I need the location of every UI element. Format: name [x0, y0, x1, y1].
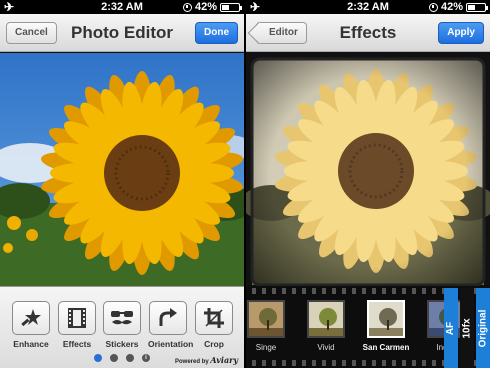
- battery-percent: 42%: [440, 1, 463, 13]
- tool-label: Crop: [204, 339, 224, 349]
- page-dot[interactable]: [94, 354, 102, 362]
- effect-thumbnail: [367, 300, 405, 338]
- photo-editor-screen: ✈ 2:32 AM 42% Cancel Photo Editor Done E…: [0, 0, 244, 368]
- aviary-logo: Aviary: [210, 355, 238, 365]
- effect-label: Singe: [255, 343, 277, 352]
- back-label: Editor: [269, 27, 298, 38]
- tab-label: Original: [477, 309, 489, 347]
- battery-fill: [468, 4, 475, 10]
- film-strip-icon: [58, 301, 96, 335]
- crop-icon: [195, 301, 233, 335]
- magic-wand-star-icon: [12, 301, 50, 335]
- tool-label: Stickers: [105, 339, 139, 349]
- nav-bar: Cancel Photo Editor Done: [0, 14, 244, 52]
- rotation-lock-icon: [428, 2, 438, 12]
- tool-label: Orientation: [148, 339, 194, 349]
- effect-thumbnail: [247, 300, 285, 338]
- mustache-glasses-icon: [103, 301, 141, 335]
- effect-preview[interactable]: [246, 53, 490, 286]
- effects-screen: ✈ 2:32 AM 42% Editor Effects Apply Singe…: [246, 0, 490, 368]
- rotate-arrow-icon: [149, 301, 187, 335]
- tab-label: AF: [445, 321, 457, 335]
- page-dot[interactable]: [110, 354, 118, 362]
- status-bar: ✈ 2:32 AM 42%: [246, 0, 490, 14]
- effect-singe[interactable]: Singe: [246, 300, 290, 352]
- sunflower-photo-filtered: [246, 57, 490, 286]
- nav-bar: Editor Effects Apply: [246, 14, 490, 52]
- effect-thumbnail: [307, 300, 345, 338]
- orientation-tool[interactable]: Orientation: [148, 301, 194, 349]
- tools-toolbar: Enhance Effects Stickers Orientation Cro…: [0, 286, 244, 368]
- battery-percent: 42%: [194, 1, 217, 13]
- tab-af[interactable]: AF: [444, 288, 458, 368]
- enhance-tool[interactable]: Enhance: [11, 301, 51, 349]
- tab-original[interactable]: Original: [476, 288, 490, 368]
- done-button[interactable]: Done: [195, 22, 238, 44]
- battery-fill: [222, 4, 229, 10]
- rotation-lock-icon: [182, 2, 192, 12]
- tool-label: Effects: [62, 339, 92, 349]
- tool-label: Enhance: [13, 339, 49, 349]
- info-icon[interactable]: i: [142, 354, 150, 362]
- effect-label: San Carmen: [362, 343, 410, 352]
- effects-tool[interactable]: Effects: [57, 301, 97, 349]
- status-bar: ✈ 2:32 AM 42%: [0, 0, 244, 14]
- effect-san-carmen[interactable]: San Carmen: [362, 300, 410, 352]
- page-dot[interactable]: [126, 354, 134, 362]
- powered-by-label: Powered by: [175, 359, 209, 365]
- battery-icon: [220, 2, 242, 12]
- crop-tool[interactable]: Crop: [194, 301, 234, 349]
- tab-label: 10fx: [461, 317, 473, 339]
- photo-canvas[interactable]: [0, 53, 244, 286]
- tab-10fx[interactable]: 10fx: [460, 288, 474, 368]
- apply-button[interactable]: Apply: [438, 22, 484, 44]
- effect-label: Vivid: [317, 343, 335, 352]
- sunflower-photo: [0, 53, 244, 286]
- effect-vivid[interactable]: Vivid: [302, 300, 350, 352]
- stickers-tool[interactable]: Stickers: [102, 301, 142, 349]
- page-indicator[interactable]: i: [94, 354, 150, 362]
- powered-by-credit: Powered by Aviary: [175, 355, 238, 365]
- battery-icon: [466, 2, 488, 12]
